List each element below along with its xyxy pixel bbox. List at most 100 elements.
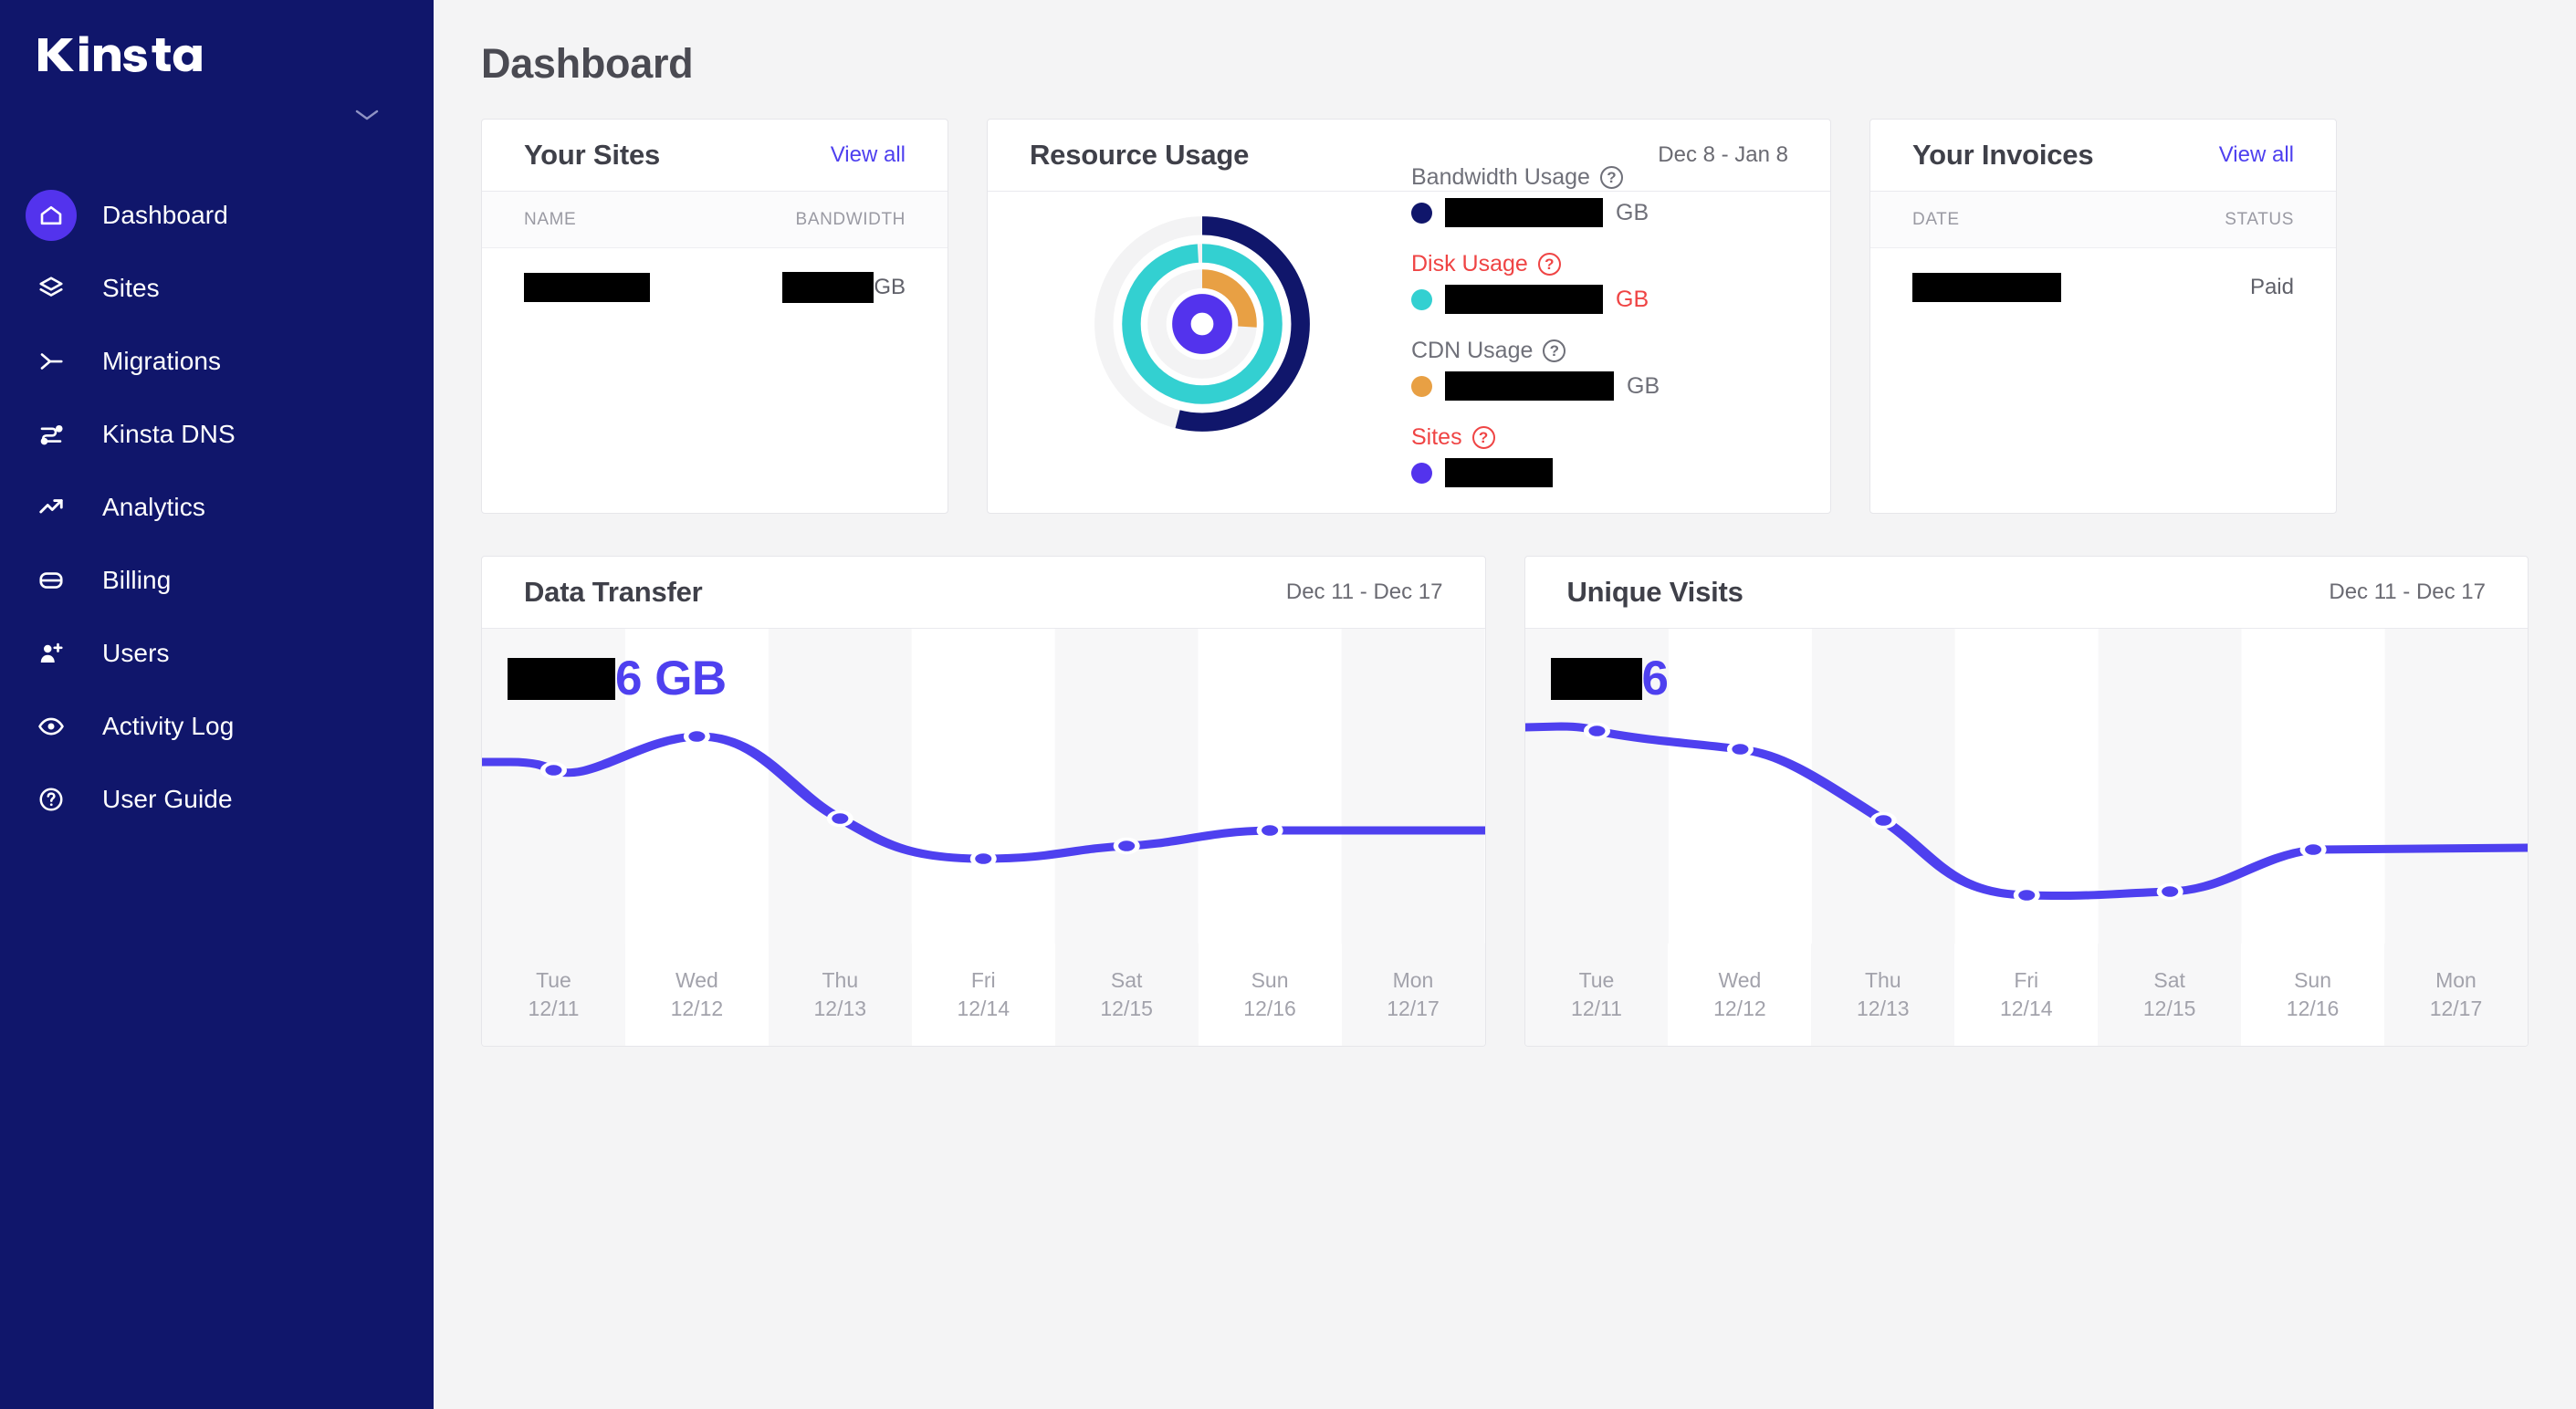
unique-visits-date-range: Dec 11 - Dec 17 [2329,579,2486,604]
resource-usage-donut-chart [1015,196,1389,452]
sidebar-collapse-toggle[interactable] [0,91,434,139]
axis-tick-day: Thu [1864,967,1901,992]
redacted-invoice-date [1912,273,2061,302]
invoice-date-cell [1912,273,2250,302]
main-content: Dashboard Your Sites View all NAME BANDW… [434,0,2576,1409]
sidebar-item-dashboard[interactable]: Dashboard [0,179,434,252]
axis-tick-date: 12/17 [1387,997,1440,1020]
sidebar-item-activity-log[interactable]: Activity Log [0,690,434,763]
axis-tick: Sun 12/16 [2241,944,2385,1046]
sidebar: Dashboard Sites Migrations Kinsta DNS An… [0,0,434,1409]
redacted-data-transfer-stat [508,657,615,700]
axis-tick-date: 12/14 [1999,997,2053,1020]
axis-tick-day: Mon [1392,967,1434,992]
card-header: Your Sites View all [482,120,948,191]
axis-tick: Mon 12/17 [2384,944,2528,1046]
sidebar-item-analytics[interactable]: Analytics [0,471,434,544]
your-sites-card: Your Sites View all NAME BANDWIDTH GB [481,119,948,514]
redacted-site-name [524,273,650,302]
legend-label: Disk Usage [1411,251,1528,277]
chevron-down-icon [355,110,379,120]
axis-tick: Sat 12/15 [1054,944,1199,1046]
axis-tick-day: Tue [1578,967,1615,992]
sidebar-item-billing[interactable]: Billing [0,544,434,617]
sites-view-all-link[interactable]: View all [831,142,906,168]
axis-tick: Fri 12/14 [1954,944,2099,1046]
page-title: Dashboard [481,40,694,87]
legend-label: Sites [1411,424,1462,450]
card-header: Unique Visits Dec 11 - Dec 17 [1525,557,2529,628]
sidebar-item-label: Sites [102,274,160,302]
column-header-name: NAME [524,209,577,229]
axis-tick-day: Sun [2294,967,2332,992]
table-row[interactable]: GB [482,248,948,327]
axis-tick: Mon 12/17 [1341,944,1485,1046]
sites-table-body: GB [482,248,948,513]
axis-tick-day: Sun [1251,967,1289,992]
axis-tick-date: 12/15 [2142,997,2196,1020]
axis-tick-day: Sat [1110,967,1143,992]
axis-tick-date: 12/11 [528,997,580,1020]
sidebar-item-kinsta-dns[interactable]: Kinsta DNS [0,398,434,471]
axis-tick: Wed 12/12 [1668,944,1812,1046]
redacted-disk-usage [1445,285,1603,314]
sidebar-item-label: Dashboard [102,201,228,229]
sidebar-item-label: Migrations [102,347,222,375]
top-card-row: Your Sites View all NAME BANDWIDTH GB Re… [481,119,2529,514]
dns-icon [26,409,77,460]
data-transfer-chart: 6 GB [482,629,1485,944]
axis-tick-day: Mon [2435,967,2477,992]
invoices-table-body: Paid [1870,248,2336,513]
axis-tick-date: 12/15 [1100,997,1153,1020]
redacted-bandwidth-usage [1445,198,1603,227]
invoices-table-header: DATE STATUS [1870,192,2336,248]
axis-tick-day: Wed [1718,967,1762,992]
bottom-card-row: Data Transfer Dec 11 - Dec 17 6 GB Tue 1… [481,556,2529,1047]
axis-tick: Tue 12/11 [1524,944,1669,1046]
unique-visits-stat-value: 6 [1641,652,1669,705]
axis-tick-date: 12/13 [813,997,867,1020]
unique-visits-stat: 6 [1550,651,1669,706]
migration-icon [26,336,77,387]
redacted-sites-value [1445,458,1553,487]
legend-value: GB [1411,198,1830,227]
axis-tick-date: 12/12 [1713,997,1766,1020]
legend-value: GB [1411,371,1830,401]
resource-usage-legend: Bandwidth Usage ? GB Disk Usage ? GB CDN… [1389,161,1830,487]
bandwidth-unit: GB [874,275,906,299]
sidebar-item-label: User Guide [102,785,233,813]
sidebar-item-users[interactable]: Users [0,617,434,690]
legend-group-bandwidth: Bandwidth Usage ? GB [1411,164,1830,227]
legend-group-disk: Disk Usage ? GB [1411,251,1830,314]
card-header: Data Transfer Dec 11 - Dec 17 [482,557,1485,628]
unique-visits-card: Unique Visits Dec 11 - Dec 17 6 Tue 12/1… [1524,556,2529,1047]
column-header-bandwidth: BANDWIDTH [795,209,906,229]
sidebar-item-sites[interactable]: Sites [0,252,434,325]
sidebar-item-label: Kinsta DNS [102,420,236,448]
question-circle-icon[interactable]: ? [1599,166,1623,189]
resource-usage-card: Resource Usage Dec 8 - Jan 8 Bandwidth U… [987,119,1831,514]
kinsta-logo[interactable] [0,20,434,91]
your-invoices-card: Your Invoices View all DATE STATUS Paid [1869,119,2337,514]
invoices-view-all-link[interactable]: View all [2219,142,2294,168]
user-plus-icon [26,628,77,679]
status-badge: Paid [2249,275,2294,299]
question-circle-icon[interactable]: ? [1543,339,1566,362]
legend-color-dot [1411,288,1432,310]
ring-sites [1172,294,1232,354]
legend-unit: GB [1616,286,1649,312]
table-row[interactable]: Paid [1870,248,2336,327]
sidebar-item-user-guide[interactable]: User Guide [0,763,434,836]
axis-tick: Wed 12/12 [624,944,769,1046]
billing-icon [26,555,77,606]
data-transfer-stat: 6 GB [508,651,727,706]
unique-visits-plot [1524,629,2528,944]
question-circle-icon[interactable]: ? [1537,253,1561,276]
question-circle-icon[interactable]: ? [1471,426,1495,449]
legend-unit: GB [1616,199,1649,225]
resource-usage-body: Bandwidth Usage ? GB Disk Usage ? GB CDN… [988,164,1830,487]
axis-tick-date: 12/16 [2286,997,2340,1020]
trending-up-icon [26,482,77,533]
app-root: Dashboard Sites Migrations Kinsta DNS An… [0,0,2576,1409]
sidebar-item-migrations[interactable]: Migrations [0,325,434,398]
